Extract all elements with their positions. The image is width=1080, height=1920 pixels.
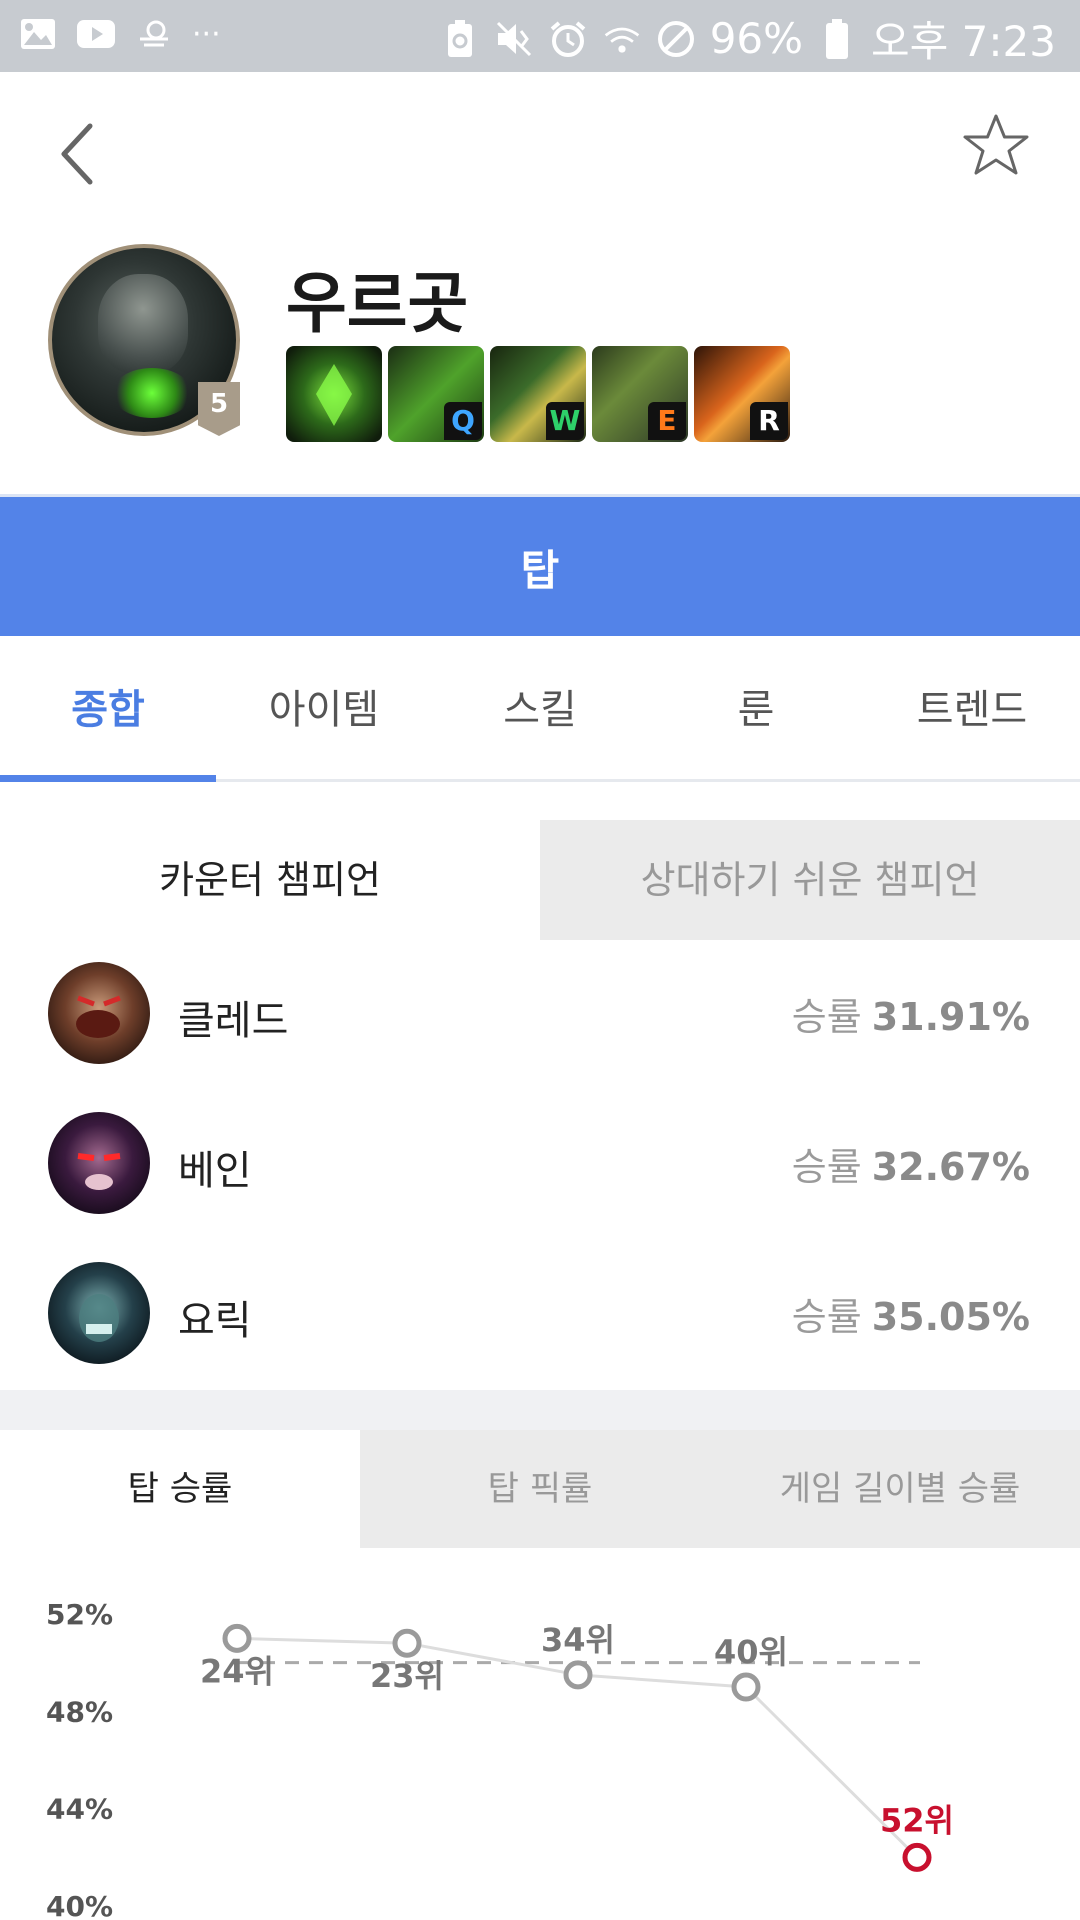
battery-icon [817,18,857,59]
win-rate-value: 31.91% [871,995,1030,1039]
rank-label: 40위 [714,1633,788,1671]
back-arrow-icon [61,123,93,185]
skill-q-icon[interactable]: Q [388,346,484,442]
star-icon [963,114,1029,175]
win-rate: 승률 32.67% [792,1136,1030,1191]
champion-name: 우르곳 [286,265,469,342]
win-rate-line-chart: 52% 48% 44% 40% 24위 23위 34위 40위 52위 [46,1598,954,1920]
rank-label: 52위 [880,1801,954,1839]
tab-runes[interactable]: 룬 [648,636,864,782]
skill-key-q: Q [444,402,482,440]
counter-list: 클레드 승률 31.91% 베인 승률 32.67% 요릭 승률 35.05% [0,940,1080,1390]
champion-header: 5 우르곳 Q W E R [0,72,1080,492]
kled-avatar-icon [48,962,150,1064]
stat-tabs: 탑 승률 탑 픽률 게임 길이별 승률 [0,1430,1080,1548]
list-item[interactable]: 요릭 승률 35.05% [0,1240,1080,1390]
yorick-avatar-icon [48,1262,150,1364]
win-rate-label: 승률 [791,1145,862,1189]
role-label: 탑 [520,546,560,595]
tab-top-pick-rate[interactable]: 탑 픽률 [360,1430,720,1548]
favorite-button[interactable] [960,110,1032,182]
y-tick-label: 48% [46,1695,113,1728]
series-line-segment [577,1673,747,1689]
section-divider [0,1390,1080,1430]
champion-name: 요릭 [178,1298,252,1344]
rank-label: 24위 [200,1652,274,1690]
mute-vibrate-icon [494,19,534,59]
passive-icon[interactable] [286,346,382,442]
rank-label: 23위 [370,1657,444,1695]
status-bar-left: ··· [18,14,221,54]
y-tick-label: 52% [46,1598,113,1631]
data-point [731,1672,761,1702]
champion-name: 클레드 [178,998,289,1044]
skill-key-w: W [546,402,584,440]
data-point [563,1660,593,1690]
vayne-avatar-icon [48,1112,150,1214]
champion-name: 베인 [178,1148,252,1194]
avatar-face-icon [98,274,188,374]
skill-icons: Q W E R [286,346,790,442]
alarm-icon [548,19,588,59]
gallery-icon [18,14,58,54]
wifi-icon [602,19,642,59]
skill-key-r: R [750,402,788,440]
win-rate: 승률 31.91% [792,986,1030,1041]
win-rate-label: 승률 [791,1295,862,1339]
rank-label: 34위 [541,1621,615,1659]
skill-w-icon[interactable]: W [490,346,586,442]
status-bar: ··· 96% 오후 7:23 [0,0,1080,72]
tab-items[interactable]: 아이템 [216,636,432,782]
tab-counter-champions[interactable]: 카운터 챔피언 [0,820,540,940]
skill-e-icon[interactable]: E [592,346,688,442]
tab-top-win-rate[interactable]: 탑 승률 [0,1430,360,1548]
tab-skills[interactable]: 스킬 [432,636,648,782]
level-badge: 5 [198,382,240,436]
champion-avatar: 5 [48,244,240,436]
data-point [392,1628,422,1658]
skill-r-icon[interactable]: R [694,346,790,442]
win-rate-chart: 52% 48% 44% 40% 24위 23위 34위 40위 52위 [0,1548,1080,1920]
tab-easy-champions[interactable]: 상대하기 쉬운 챔피언 [540,820,1080,940]
skill-key-e: E [648,402,686,440]
battery-saver-icon [440,19,480,59]
data-point [222,1623,252,1653]
no-disturb-icon [656,19,696,59]
win-rate-value: 35.05% [871,1295,1030,1339]
more-indicator: ··· [192,16,221,52]
data-point [902,1842,932,1872]
youtube-icon [76,14,116,54]
status-bar-right: 96% 오후 7:23 [440,8,1056,69]
win-rate-value: 32.67% [871,1145,1030,1189]
main-tabs: 종합 아이템 스킬 룬 트렌드 [0,636,1080,782]
role-selector[interactable]: 탑 [0,494,1080,636]
win-rate: 승률 35.05% [792,1286,1030,1341]
status-time: 오후 7:23 [871,17,1056,66]
avatar-glow-icon [112,368,192,418]
tab-trends[interactable]: 트렌드 [864,636,1080,782]
weather-icon [134,14,174,54]
battery-percent: 96% [709,14,804,63]
back-button[interactable] [50,112,110,192]
win-rate-label: 승률 [791,995,862,1039]
list-item[interactable]: 클레드 승률 31.91% [0,940,1080,1090]
active-tab-indicator [0,775,216,782]
series-line-segment [236,1636,408,1645]
counter-segment: 카운터 챔피언 상대하기 쉬운 챔피언 [0,820,1080,940]
list-item[interactable]: 베인 승률 32.67% [0,1090,1080,1240]
y-tick-label: 44% [46,1793,113,1826]
y-tick-label: 40% [46,1890,113,1920]
tab-win-rate-by-length[interactable]: 게임 길이별 승률 [720,1430,1080,1548]
tab-overview[interactable]: 종합 [0,636,216,782]
